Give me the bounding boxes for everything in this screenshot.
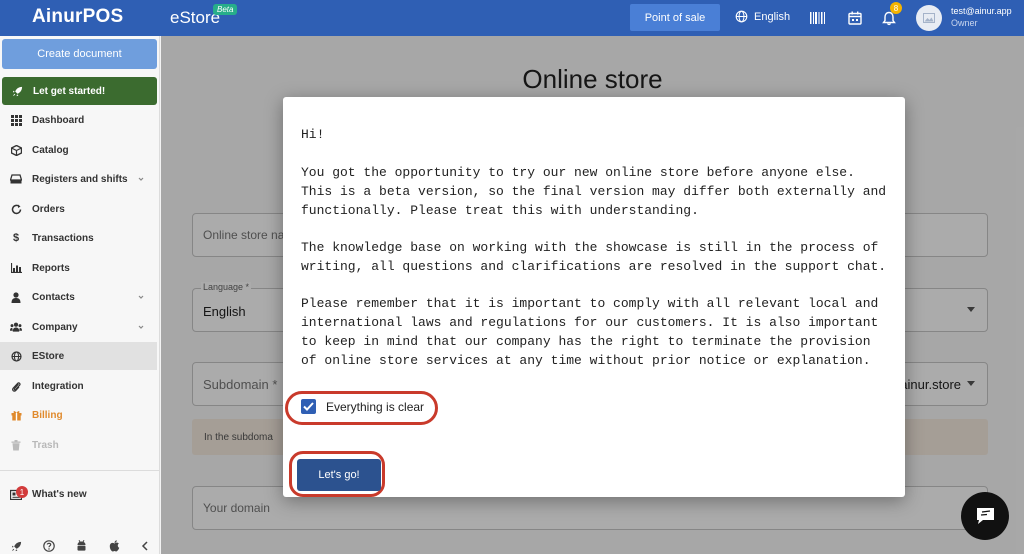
register-icon	[10, 173, 22, 185]
checkbox-label: Everything is clear	[326, 399, 425, 414]
help-icon[interactable]	[43, 540, 55, 552]
sidebar-item-label: Contacts	[32, 291, 75, 303]
point-of-sale-button[interactable]: Point of sale	[630, 4, 720, 31]
sidebar-item-transactions[interactable]: $ Transactions	[0, 224, 157, 252]
sidebar-item-company[interactable]: Company	[0, 313, 157, 341]
sidebar-item-label: Reports	[32, 262, 70, 274]
users-icon	[10, 321, 22, 333]
rocket-icon	[12, 86, 23, 96]
sidebar-item-label: EStore	[32, 350, 65, 362]
dialog-paragraph-2: The knowledge base on working with the s…	[301, 240, 887, 274]
dollar-icon: $	[12, 232, 20, 244]
sidebar-item-estore[interactable]: EStore	[0, 342, 157, 370]
sidebar-item-contacts[interactable]: Contacts	[0, 283, 157, 311]
sidebar-item-billing[interactable]: Billing	[0, 401, 157, 429]
sidebar-divider	[0, 470, 160, 471]
calendar-icon[interactable]	[845, 8, 865, 28]
dialog-greeting: Hi!	[301, 127, 325, 142]
grid-icon	[10, 114, 22, 126]
chevron-down-icon	[138, 177, 144, 181]
user-email[interactable]: test@ainur.app	[951, 6, 1012, 16]
globe-icon	[735, 10, 748, 23]
beta-welcome-dialog: Hi! You got the opportunity to try our n…	[283, 97, 905, 497]
box-icon	[10, 144, 22, 156]
lets-go-button[interactable]: Let's go!	[297, 459, 381, 491]
sidebar-item-registers-and-shifts[interactable]: Registers and shifts	[0, 165, 157, 193]
globe-icon	[10, 350, 22, 362]
checkbox[interactable]	[301, 399, 316, 414]
sidebar-item-trash[interactable]: Trash	[0, 431, 157, 459]
sidebar-item-orders[interactable]: Orders	[0, 195, 157, 223]
language-label: English	[754, 10, 791, 23]
sidebar-item-label: Orders	[32, 203, 65, 215]
android-icon[interactable]	[76, 540, 87, 552]
refresh-icon	[10, 203, 22, 215]
apple-icon[interactable]	[109, 540, 120, 552]
sidebar-item-label: Company	[32, 321, 78, 333]
sidebar-item-dashboard[interactable]: Dashboard	[0, 106, 157, 134]
create-document-button[interactable]: Create document	[2, 39, 157, 69]
paperclip-icon	[10, 380, 22, 392]
rocket-icon[interactable]	[11, 541, 22, 552]
sidebar-item-catalog[interactable]: Catalog	[0, 136, 157, 164]
trash-icon	[10, 439, 22, 451]
user-role: Owner	[951, 18, 978, 28]
sidebar-item-label: Trash	[32, 439, 59, 451]
dialog-paragraph-1: You got the opportunity to try our new o…	[301, 165, 887, 218]
dialog-paragraph-3: Please remember that it is important to …	[301, 296, 879, 368]
everything-clear-checkbox[interactable]: Everything is clear	[301, 399, 424, 414]
check-icon	[303, 402, 314, 411]
chevron-down-icon	[138, 325, 144, 329]
get-started-button[interactable]: Let get started!	[2, 77, 157, 105]
chat-icon	[977, 508, 994, 524]
notification-badge: 8	[890, 2, 902, 14]
whats-new-label: What's new	[32, 489, 87, 500]
avatar[interactable]	[916, 5, 942, 31]
sidebar-item-reports[interactable]: Reports	[0, 254, 157, 282]
chevron-left-icon[interactable]	[141, 541, 149, 551]
support-chat-button[interactable]	[961, 492, 1009, 540]
beta-badge: Beta	[213, 4, 238, 15]
sidebar-item-label: Registers and shifts	[32, 173, 128, 185]
sidebar-item-integration[interactable]: Integration	[0, 372, 157, 400]
sidebar-item-label: Billing	[32, 409, 63, 421]
image-placeholder-icon	[923, 13, 935, 23]
sidebar: Create document Let get started! Dashboa…	[0, 36, 160, 554]
sidebar-item-label: Dashboard	[32, 114, 85, 126]
sidebar-item-label: Integration	[32, 380, 84, 392]
sidebar-footer	[0, 538, 160, 554]
get-started-label: Let get started!	[33, 85, 106, 97]
chevron-down-icon	[138, 295, 144, 299]
bar-chart-icon	[10, 262, 22, 274]
barcode-icon[interactable]	[808, 8, 828, 28]
sidebar-item-label: Catalog	[32, 144, 69, 156]
language-selector[interactable]: English	[735, 10, 790, 23]
app-logo[interactable]: AinurPOS	[32, 6, 123, 28]
gift-icon	[10, 409, 22, 421]
user-icon	[10, 291, 22, 303]
whats-new-badge: 1	[16, 486, 28, 498]
top-bar: AinurPOS eStore Beta Point of sale Engli…	[0, 0, 1024, 36]
sidebar-item-label: Transactions	[32, 232, 94, 244]
